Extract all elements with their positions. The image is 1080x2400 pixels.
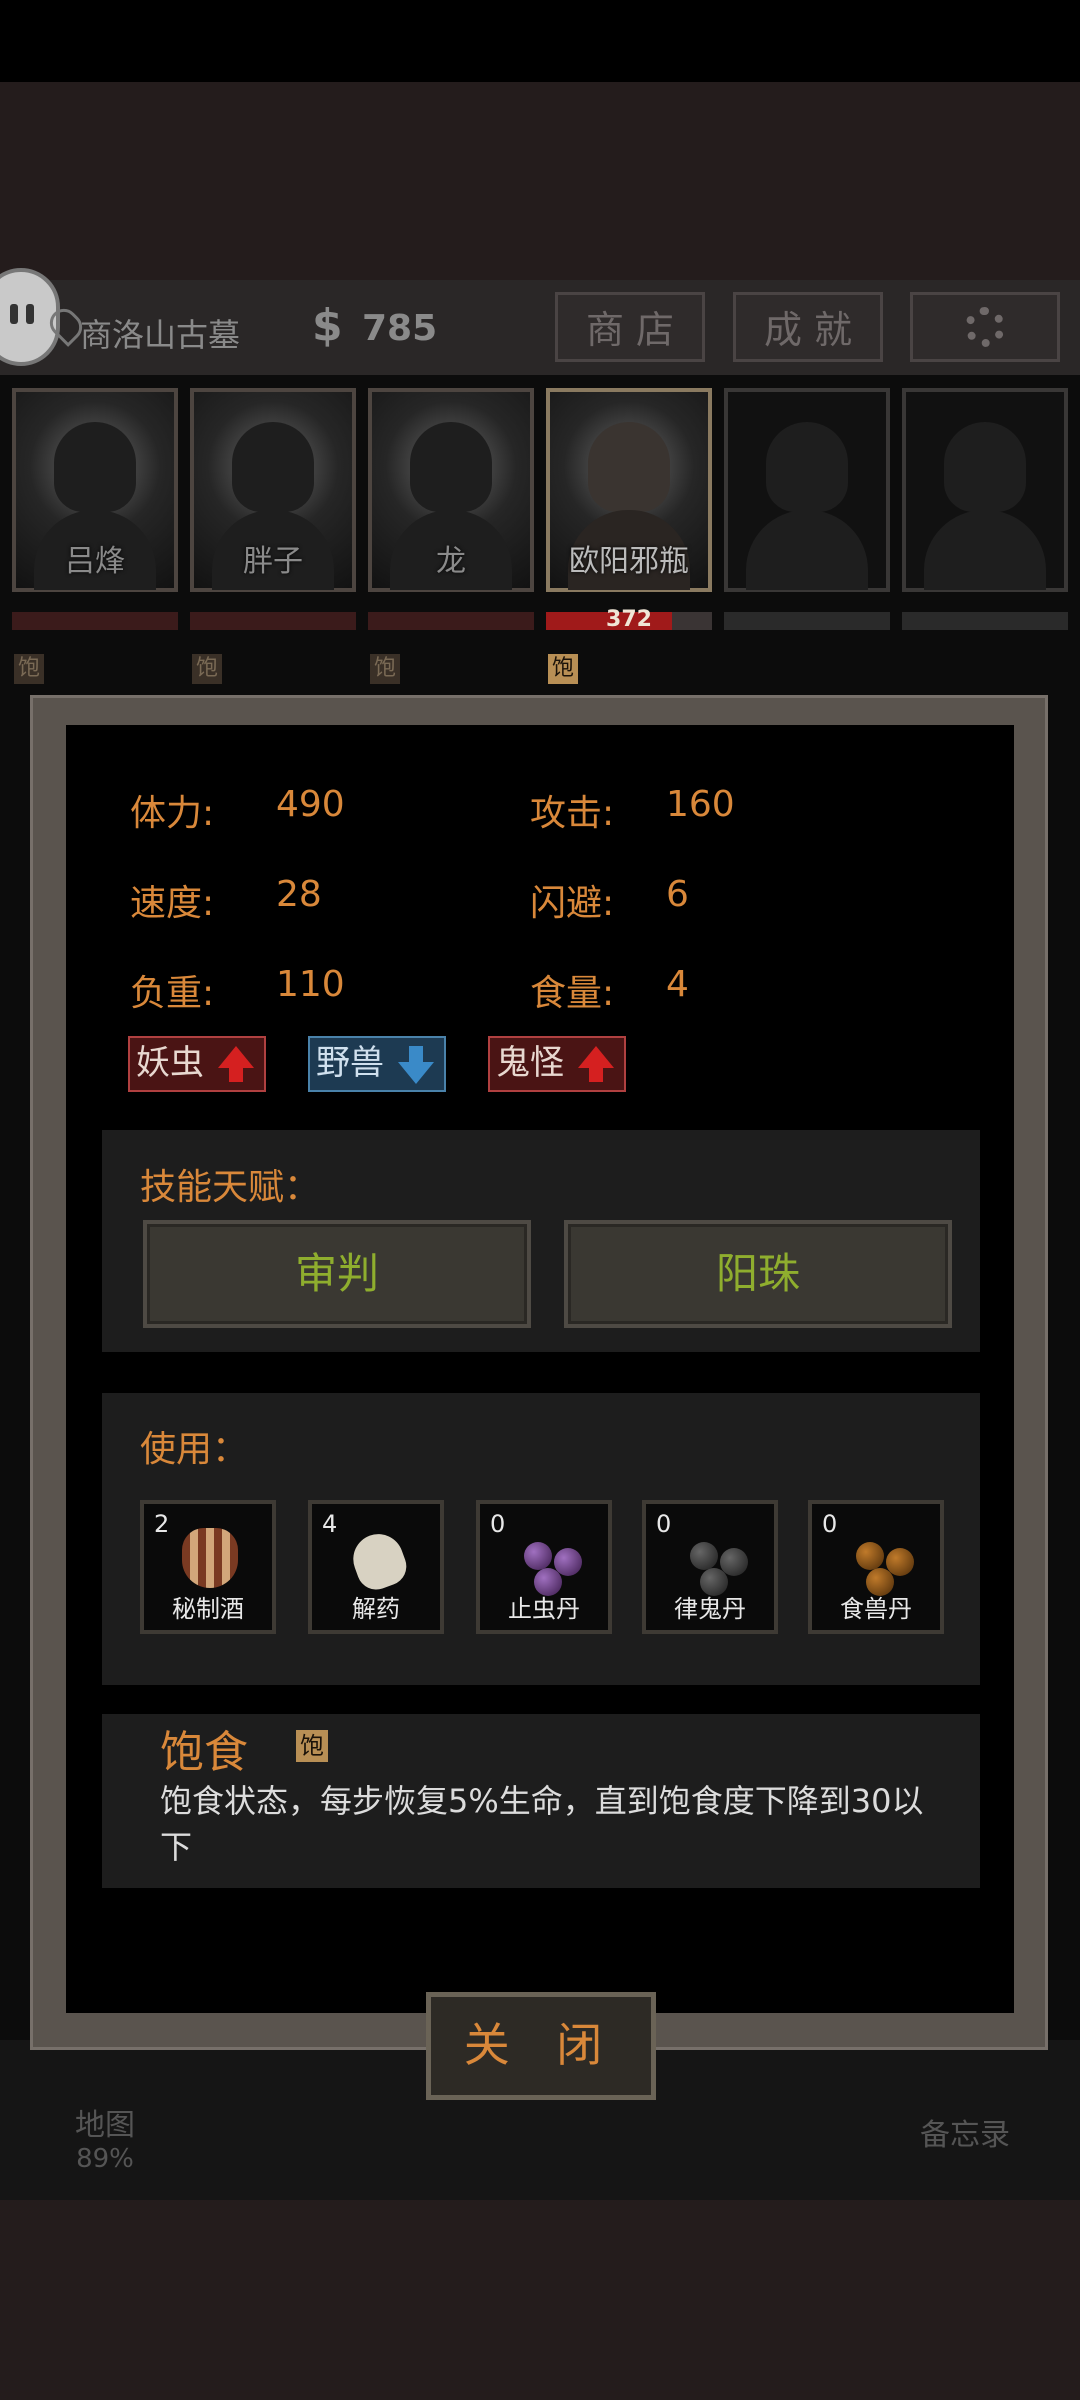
achievements-button[interactable]: 成 就 xyxy=(733,292,883,362)
load-label: 负重: xyxy=(130,973,215,1014)
arrow-down-icon xyxy=(396,1046,436,1084)
wine-jar-icon xyxy=(182,1528,238,1588)
status-bar xyxy=(0,0,1080,82)
tag-label: 妖虫 xyxy=(136,1043,204,1083)
party-member-name: 胖子 xyxy=(243,544,303,579)
money-icon: $ xyxy=(312,300,343,351)
hp-bar xyxy=(190,612,356,630)
satiety-badge: 饱 xyxy=(14,654,44,684)
skills-title: 技能天赋： xyxy=(140,1167,321,1208)
map-label: 地图 xyxy=(75,2108,135,2143)
settings-button[interactable] xyxy=(910,292,1060,362)
empty-party-slot[interactable] xyxy=(902,388,1068,592)
gear-icon xyxy=(965,307,1005,347)
item-slot-shishoudan[interactable]: 0 食兽丹 xyxy=(808,1500,944,1634)
attack-label: 攻击: xyxy=(530,793,615,834)
avatar xyxy=(410,422,492,512)
satiety-badge: 饱 xyxy=(548,654,578,684)
map-button[interactable]: 地图 89% xyxy=(60,2040,150,2174)
empty-party-slot[interactable] xyxy=(724,388,890,592)
party-member-portrait[interactable]: 吕烽 xyxy=(12,388,178,592)
hp-bar xyxy=(368,612,534,630)
arrow-up-icon xyxy=(576,1046,616,1084)
item-count: 2 xyxy=(154,1510,170,1538)
satiety-badge: 饱 xyxy=(192,654,222,684)
status-title: 饱食 xyxy=(160,1727,248,1778)
skill-button-yangzhu[interactable]: 阳珠 xyxy=(564,1220,952,1328)
food-label: 食量: xyxy=(530,973,615,1014)
hp-bar-empty xyxy=(902,612,1068,630)
item-slot-antidote[interactable]: 4 解药 xyxy=(308,1500,444,1634)
item-count: 0 xyxy=(656,1510,672,1538)
item-label: 秘制酒 xyxy=(172,1595,244,1623)
stamina-value: 490 xyxy=(276,784,345,825)
tag-guiguai: 鬼怪 xyxy=(488,1036,626,1092)
shop-button[interactable]: 商 店 xyxy=(555,292,705,362)
stamina-label: 体力: xyxy=(130,793,215,834)
food-value: 4 xyxy=(666,964,689,1005)
usage-title: 使用： xyxy=(140,1429,249,1470)
dodge-value: 6 xyxy=(666,874,689,915)
money-value: 785 xyxy=(362,308,438,349)
item-count: 0 xyxy=(822,1510,838,1538)
tag-label: 野兽 xyxy=(316,1043,384,1083)
map-progress: 89% xyxy=(76,2144,134,2174)
load-value: 110 xyxy=(276,964,345,1005)
hp-value: 372 xyxy=(606,607,652,632)
close-button[interactable]: 关 闭 xyxy=(426,1992,656,2100)
avatar xyxy=(232,422,314,512)
hp-bar-empty xyxy=(724,612,890,630)
eye-icon xyxy=(26,304,34,324)
item-label: 食兽丹 xyxy=(840,1595,912,1623)
eye-icon xyxy=(10,304,18,324)
party-member-portrait[interactable]: 胖子 xyxy=(190,388,356,592)
avatar-placeholder xyxy=(766,422,848,512)
antidote-icon xyxy=(346,1527,412,1595)
party-member-portrait[interactable]: 欧阳邪瓶 xyxy=(546,388,712,592)
memo-button[interactable]: 备忘录 xyxy=(920,2110,1010,2154)
party-member-name: 欧阳邪瓶 xyxy=(569,544,689,579)
attack-value: 160 xyxy=(666,784,735,825)
item-slot-wine[interactable]: 2 秘制酒 xyxy=(140,1500,276,1634)
hp-bar: 372 xyxy=(546,607,712,632)
hp-bar xyxy=(12,612,178,630)
speed-label: 速度: xyxy=(130,883,215,924)
party-member-name: 龙 xyxy=(436,544,466,579)
item-label: 止虫丹 xyxy=(508,1595,580,1623)
tag-yaochong: 妖虫 xyxy=(128,1036,266,1092)
party-member-name: 吕烽 xyxy=(65,544,125,579)
satiety-badge: 饱 xyxy=(370,654,400,684)
status-badge: 饱 xyxy=(296,1730,328,1762)
item-count: 4 xyxy=(322,1510,338,1538)
item-label: 解药 xyxy=(352,1595,400,1623)
dodge-label: 闪避: xyxy=(530,883,615,924)
arrow-up-icon xyxy=(216,1046,256,1084)
avatar-placeholder xyxy=(944,422,1026,512)
item-count: 0 xyxy=(490,1510,506,1538)
avatar xyxy=(54,422,136,512)
location-name: 商洛山古墓 xyxy=(80,316,241,354)
tag-yeshou: 野兽 xyxy=(308,1036,446,1092)
speed-value: 28 xyxy=(276,874,322,915)
status-description: 饱食状态，每步恢复5%生命，直到饱食度下降到30以下 xyxy=(160,1782,924,1866)
tag-label: 鬼怪 xyxy=(496,1043,564,1083)
item-label: 律鬼丹 xyxy=(674,1595,746,1623)
item-slot-zhichongdan[interactable]: 0 止虫丹 xyxy=(476,1500,612,1634)
party-member-portrait[interactable]: 龙 xyxy=(368,388,534,592)
skill-button-shenpan[interactable]: 审判 xyxy=(143,1220,531,1328)
item-slot-lvguidan[interactable]: 0 律鬼丹 xyxy=(642,1500,778,1634)
avatar xyxy=(588,422,670,512)
